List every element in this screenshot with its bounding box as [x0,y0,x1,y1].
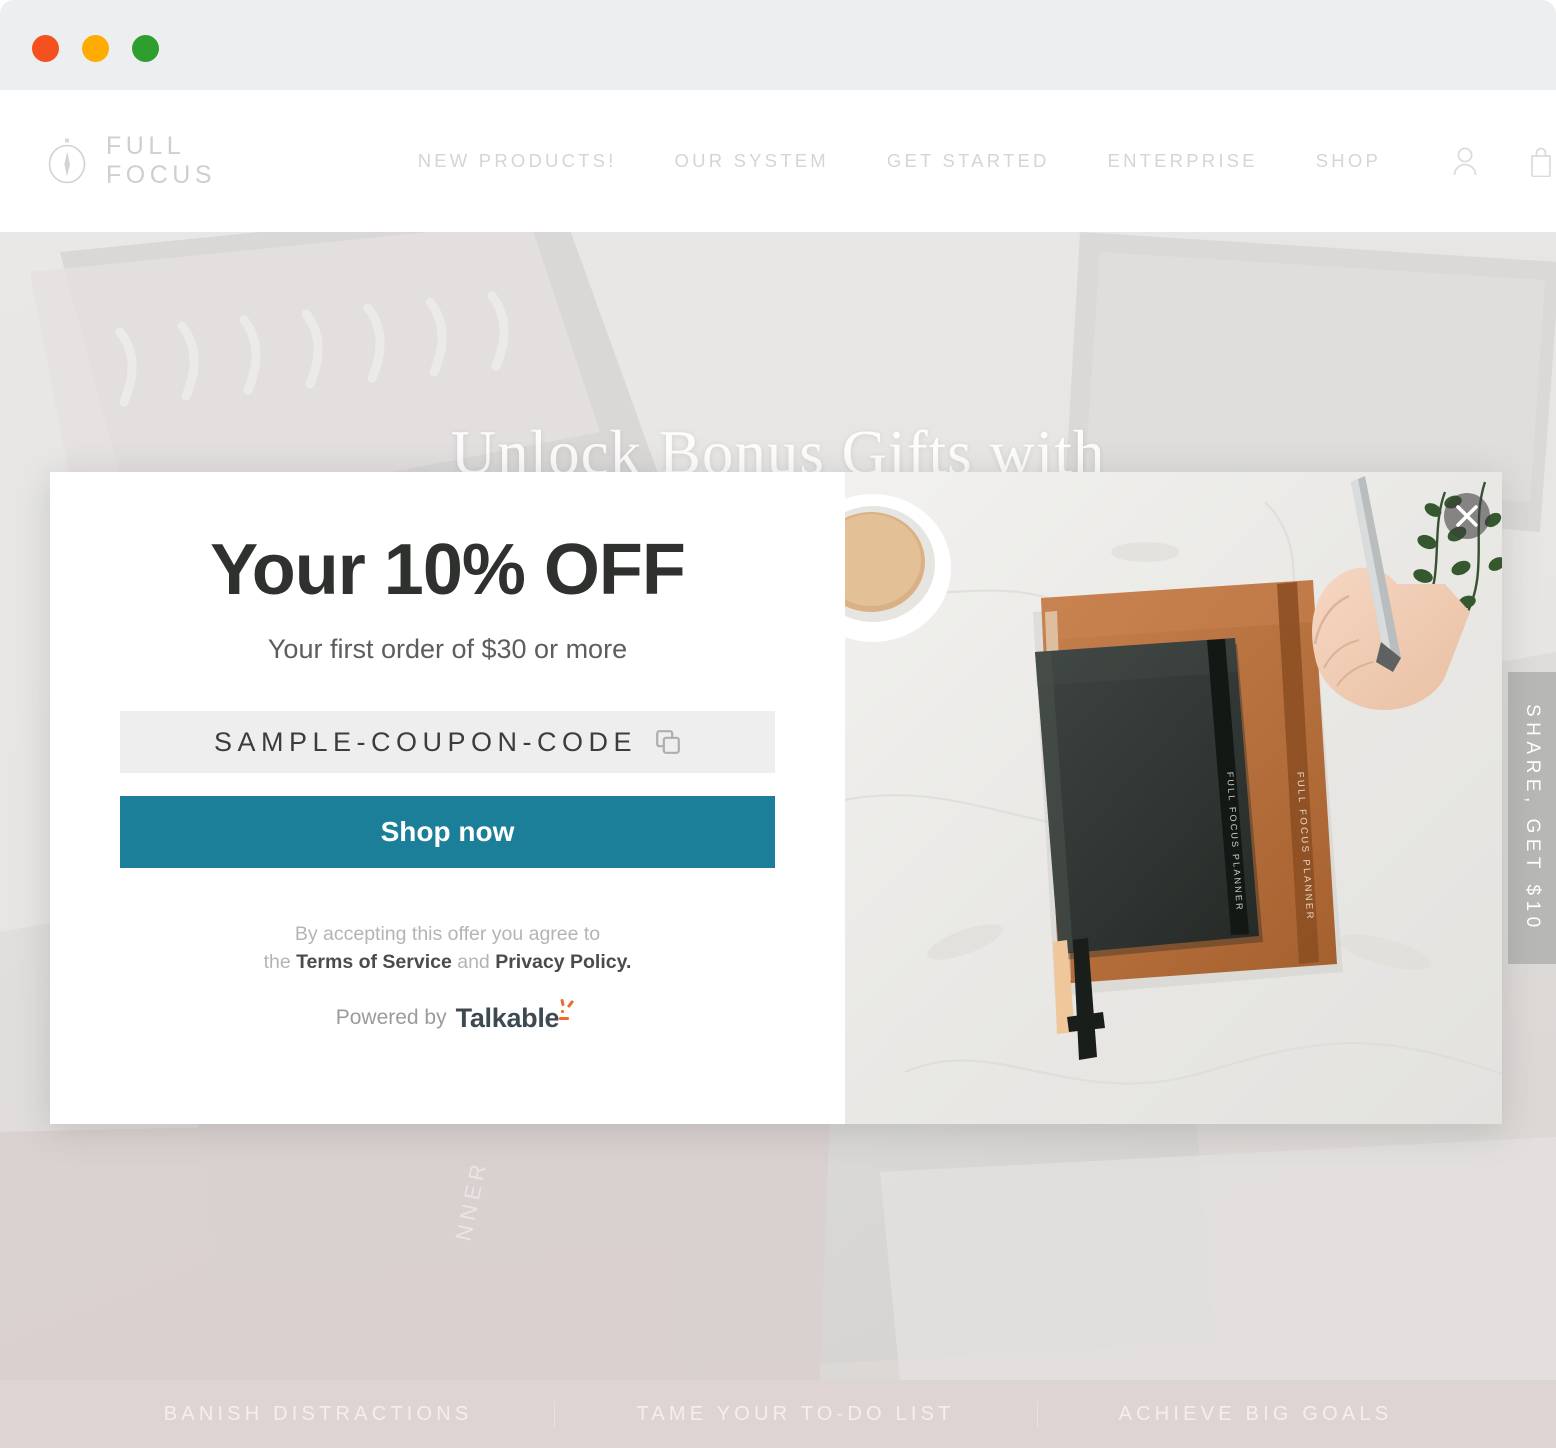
offer-modal-image: FULL FOCUS PLANNER FULL FOCUS PLANNER [845,472,1502,1124]
window-close-button[interactable] [32,35,59,62]
close-icon[interactable] [1429,493,1474,538]
nav-item-shop[interactable]: SHOP [1287,150,1410,172]
legal-line-2: the Terms of Service and Privacy Policy. [120,948,775,976]
coupon-code-field[interactable]: SAMPLE-COUPON-CODE [120,711,775,773]
primary-nav: NEW PRODUCTS! OUR SYSTEM GET STARTED ENT… [389,150,1410,172]
feature-banish-distractions: BANISH DISTRACTIONS [163,1402,473,1425]
copy-icon[interactable] [655,729,681,755]
talkable-logo[interactable]: Talkable [455,998,574,1034]
terms-of-service-link[interactable]: Terms of Service [296,951,452,973]
coupon-code-value: SAMPLE-COUPON-CODE [213,726,638,757]
share-get-10-tab[interactable]: SHARE, GET $10 [1508,672,1556,964]
legal-and: and [451,951,496,974]
talkable-wordmark: Talkable [455,1002,560,1033]
talkable-spark-icon [559,998,574,1020]
shop-now-button[interactable]: Shop now [120,796,775,868]
header-actions [1450,145,1556,178]
browser-window: FULL FOCUS NEW PRODUCTS! OUR SYSTEM GET … [0,0,1556,1448]
nav-item-new-products[interactable]: NEW PRODUCTS! [389,150,646,172]
feature-achieve-big-goals: ACHIEVE BIG GOALS [1037,1403,1475,1426]
feature-tame-todo-list: TAME YOUR TO-DO LIST [554,1403,1036,1426]
privacy-policy-link[interactable]: Privacy Policy. [495,951,631,973]
nav-item-our-system[interactable]: OUR SYSTEM [646,150,858,172]
window-controls [32,35,159,62]
feature-band: BANISH DISTRACTIONS TAME YOUR TO-DO LIST… [0,1380,1556,1448]
offer-legal-text: By accepting this offer you agree to the… [120,920,775,977]
nav-item-get-started[interactable]: GET STARTED [858,150,1079,172]
legal-line-1: By accepting this offer you agree to [294,923,601,945]
window-minimize-button[interactable] [82,35,109,62]
browser-titlebar [0,0,1556,90]
brand-logo[interactable]: FULL FOCUS [44,132,291,190]
bag-icon[interactable] [1526,145,1556,178]
compass-icon [44,138,90,184]
account-icon[interactable] [1450,145,1480,177]
offer-modal: Your 10% OFF Your first order of $30 or … [50,472,1502,1124]
site-header: FULL FOCUS NEW PRODUCTS! OUR SYSTEM GET … [0,90,1556,232]
offer-modal-content: Your 10% OFF Your first order of $30 or … [50,472,845,1124]
brand-name: FULL FOCUS [106,132,216,189]
powered-by-label: Powered by [335,1006,447,1030]
powered-by: Powered by Talkable [120,998,775,1034]
legal-prefix: the [263,951,297,974]
offer-title: Your 10% OFF [210,530,686,610]
share-tab-label: SHARE, GET $10 [1522,703,1543,933]
offer-subtitle: Your first order of $30 or more [267,634,628,664]
nav-item-enterprise[interactable]: ENTERPRISE [1079,150,1287,172]
window-zoom-button[interactable] [132,35,159,62]
